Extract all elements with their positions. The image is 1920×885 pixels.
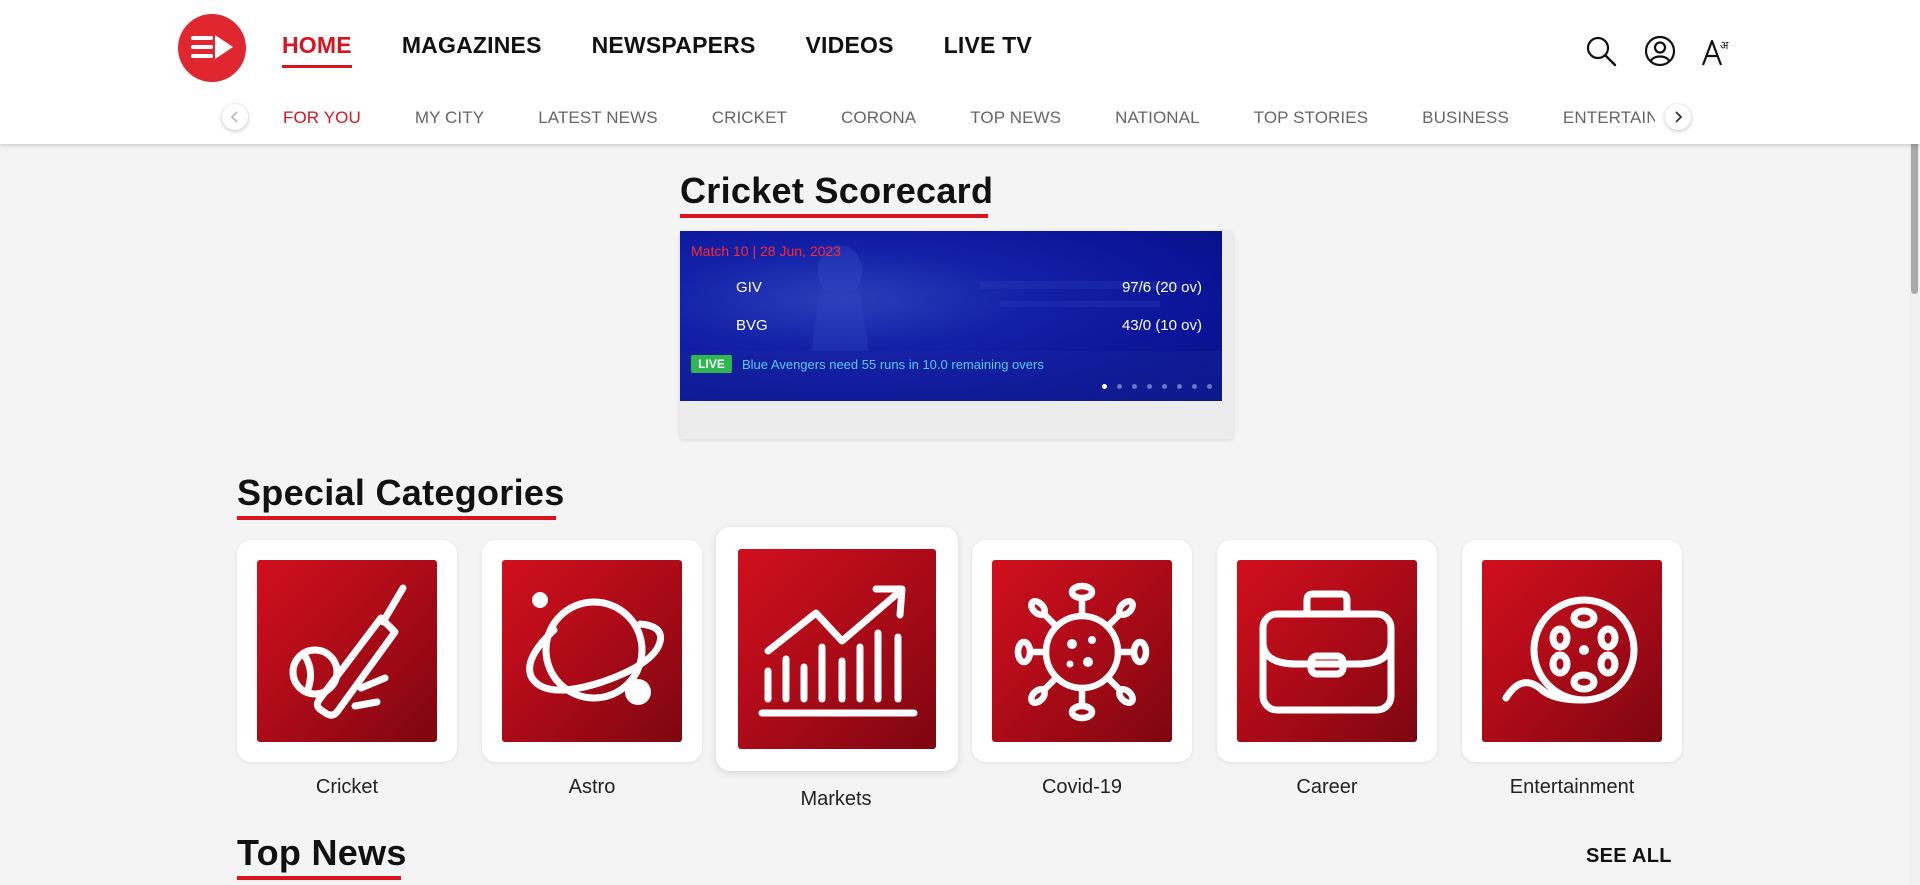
match-status-text: Blue Avengers need 55 runs in 10.0 remai… xyxy=(742,357,1044,372)
subnav-item-latest-news[interactable]: LATEST NEWS xyxy=(538,108,658,128)
planet-icon xyxy=(526,592,665,705)
briefcase-icon xyxy=(1259,590,1395,714)
team-score: 97/6 (20 ov) xyxy=(1121,279,1202,296)
category-tile-cricket xyxy=(257,560,437,742)
cricket-bat-ball-icon xyxy=(289,584,407,719)
scorecard-section-title: Cricket Scorecard xyxy=(680,170,994,211)
scorecard-slide[interactable]: Match 10 | 28 Jun, 2023 GIV 97/6 (20 ov)… xyxy=(680,231,1222,401)
carousel-dot[interactable] xyxy=(1162,384,1167,389)
font-language-icon[interactable]: अ xyxy=(1700,34,1734,68)
carousel-dots xyxy=(1092,384,1212,389)
chevron-left-icon xyxy=(230,111,238,123)
team-score: 43/0 (10 ov) xyxy=(1121,317,1202,334)
hindi-glyph: अ xyxy=(1720,39,1729,52)
virus-icon xyxy=(1014,582,1150,722)
nav-videos[interactable]: VIDEOS xyxy=(806,32,894,68)
carousel-dot[interactable] xyxy=(1177,384,1182,389)
scorecard-title-underline xyxy=(680,214,988,218)
category-label-entertainment: Entertainment xyxy=(1509,776,1635,798)
category-card-entertainment[interactable] xyxy=(1462,540,1682,762)
subnav-item-my-city[interactable]: MY CITY xyxy=(415,108,484,128)
carousel-dot[interactable] xyxy=(1102,384,1107,389)
subnav-item-top-stories[interactable]: TOP STORIES xyxy=(1254,108,1368,128)
scorecard-container: Match 10 | 28 Jun, 2023 GIV 97/6 (20 ov)… xyxy=(680,231,1233,439)
carousel-dot[interactable] xyxy=(1147,384,1152,389)
carousel-dot[interactable] xyxy=(1117,384,1122,389)
team-name: GIV xyxy=(736,279,762,296)
carousel-dot[interactable] xyxy=(1207,384,1212,389)
special-categories-underline xyxy=(237,516,556,520)
subnav-item-cricket[interactable]: CRICKET xyxy=(712,108,787,128)
see-all-link[interactable]: SEE ALL xyxy=(1586,845,1672,868)
category-label-career: Career xyxy=(1296,776,1358,798)
market-chart-icon xyxy=(758,585,918,717)
subnav-item-corona[interactable]: CORONA xyxy=(841,108,916,128)
live-badge: LIVE xyxy=(691,355,732,373)
nav-live-tv[interactable]: LIVE TV xyxy=(944,32,1032,68)
site-header: HOME MAGAZINES NEWSPAPERS VIDEOS LIVE TV… xyxy=(0,0,1920,144)
category-tile-astro xyxy=(502,560,682,742)
category-tile-markets xyxy=(738,549,936,749)
subnav-item-top-news[interactable]: TOP NEWS xyxy=(970,108,1061,128)
team-name: BVG xyxy=(736,317,768,334)
subnav-item-entertainment[interactable]: ENTERTAINMENT xyxy=(1563,108,1655,128)
category-label-covid-19: Covid-19 xyxy=(1041,776,1123,798)
category-tile-entertainment xyxy=(1482,560,1662,742)
film-reel-icon xyxy=(1502,596,1638,704)
match-info: Match 10 | 28 Jun, 2023 xyxy=(691,243,841,259)
logo-play-icon xyxy=(191,35,233,59)
category-label-astro: Astro xyxy=(568,776,616,798)
nav-newspapers[interactable]: NEWSPAPERS xyxy=(592,32,756,68)
category-card-cricket[interactable] xyxy=(237,540,457,762)
top-news-title: Top News xyxy=(237,832,407,873)
nav-home[interactable]: HOME xyxy=(282,32,352,68)
category-card-career[interactable] xyxy=(1217,540,1437,762)
category-label-markets: Markets xyxy=(800,788,872,810)
subnav-item-national[interactable]: NATIONAL xyxy=(1115,108,1200,128)
carousel-dot[interactable] xyxy=(1132,384,1137,389)
subnav-next-arrow[interactable] xyxy=(1665,104,1691,130)
category-subnav: FOR YOU MY CITY LATEST NEWS CRICKET CORONA TO… xyxy=(222,104,1692,134)
category-tile-covid-19 xyxy=(992,560,1172,742)
chevron-right-icon xyxy=(1675,111,1683,123)
category-card-astro[interactable] xyxy=(482,540,702,762)
subnav-item-business[interactable]: BUSINESS xyxy=(1422,108,1509,128)
nav-magazines[interactable]: MAGAZINES xyxy=(402,32,542,68)
user-account-icon[interactable] xyxy=(1643,34,1677,68)
category-card-markets[interactable] xyxy=(716,527,958,771)
category-tile-career xyxy=(1237,560,1417,742)
main-nav: HOME MAGAZINES NEWSPAPERS VIDEOS LIVE TV xyxy=(282,32,1082,68)
category-card-covid-19[interactable] xyxy=(972,540,1192,762)
subnav-item-for-you[interactable]: FOR YOU xyxy=(283,108,361,128)
top-news-underline xyxy=(237,876,401,880)
category-label-cricket: Cricket xyxy=(315,776,379,798)
subnav-items: FOR YOU MY CITY LATEST NEWS CRICKET CORONA TO… xyxy=(283,108,1655,132)
special-categories-title: Special Categories xyxy=(237,472,565,513)
logo[interactable] xyxy=(178,14,246,82)
search-icon[interactable] xyxy=(1584,34,1618,68)
carousel-dot[interactable] xyxy=(1192,384,1197,389)
subnav-prev-arrow[interactable] xyxy=(222,104,248,130)
